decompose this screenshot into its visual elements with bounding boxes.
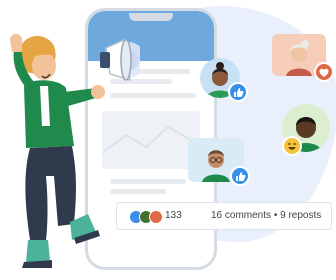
comments-reposts-text[interactable]: 16 comments • 9 reposts xyxy=(211,210,321,222)
heart-icon xyxy=(149,210,163,224)
post-social-counts: 133 16 comments • 9 reposts xyxy=(116,202,332,230)
separator-dot: • xyxy=(273,210,278,221)
heart-icon xyxy=(314,62,334,82)
thumbs-up-icon xyxy=(228,82,248,102)
thumbs-up-icon xyxy=(230,166,250,186)
social-engagement-illustration: 133 16 comments • 9 reposts xyxy=(0,0,336,280)
comments-count[interactable]: 16 comments xyxy=(211,210,271,221)
reaction-count[interactable]: 133 xyxy=(165,210,182,222)
reposts-count[interactable]: 9 reposts xyxy=(280,210,321,221)
person-with-megaphone xyxy=(10,34,140,268)
phone-notch xyxy=(129,13,173,21)
laughing-emoji-icon xyxy=(282,136,302,156)
